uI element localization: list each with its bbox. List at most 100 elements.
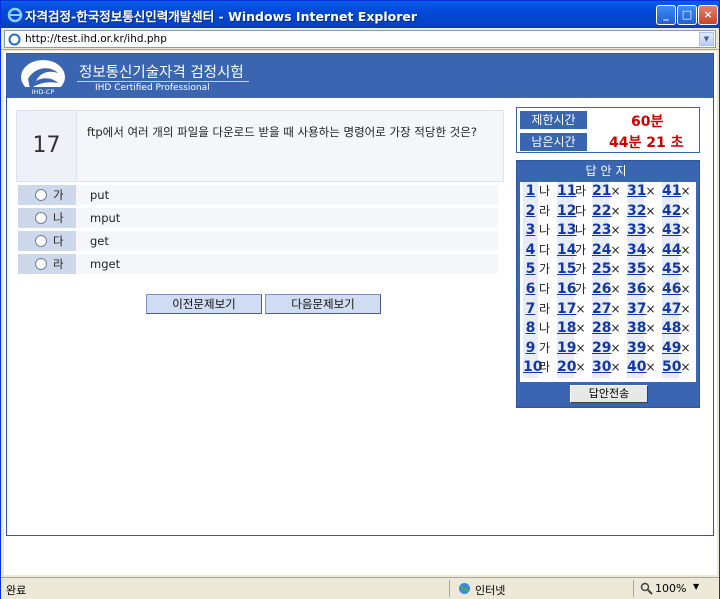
answer-cell[interactable]: 9가 [523, 338, 551, 359]
prev-question-button[interactable]: 이전문제보기 [146, 294, 262, 314]
question-link[interactable]: 1 [523, 182, 538, 202]
answer-cell[interactable]: 38× [627, 319, 657, 339]
question-link[interactable]: 25 [592, 260, 611, 280]
answer-cell[interactable]: 45× [662, 260, 692, 280]
question-link[interactable]: 23 [592, 221, 611, 241]
question-link[interactable]: 33 [627, 221, 646, 241]
answer-cell[interactable]: 24× [592, 240, 622, 261]
question-link[interactable]: 17 [557, 299, 576, 320]
radio-button[interactable] [35, 189, 47, 201]
answer-cell[interactable]: 3나 [523, 221, 551, 241]
question-link[interactable]: 16 [557, 280, 576, 300]
answer-cell[interactable]: 48× [662, 319, 692, 339]
question-link[interactable]: 28 [592, 319, 611, 339]
question-link[interactable]: 43 [662, 221, 681, 241]
question-link[interactable]: 19 [557, 338, 576, 359]
answer-cell[interactable]: 26× [592, 280, 622, 300]
question-link[interactable]: 4 [523, 240, 538, 261]
question-link[interactable]: 50 [662, 358, 681, 378]
answer-cell[interactable]: 31× [627, 182, 657, 202]
answer-cell[interactable]: 23× [592, 221, 622, 241]
answer-cell[interactable]: 49× [662, 338, 692, 359]
url-field[interactable]: http://test.ihd.or.kr/ihd.php ▼ [4, 30, 716, 48]
question-link[interactable]: 37 [627, 299, 646, 320]
question-link[interactable]: 35 [627, 260, 646, 280]
answer-cell[interactable]: 15가 [557, 260, 587, 280]
answer-cell[interactable]: 29× [592, 338, 622, 359]
answer-cell[interactable]: 50× [662, 358, 692, 378]
question-link[interactable]: 31 [627, 182, 646, 202]
option-label[interactable]: 다 [18, 231, 76, 251]
question-link[interactable]: 41 [662, 182, 681, 202]
radio-button[interactable] [35, 212, 47, 224]
answer-cell[interactable]: 42× [662, 201, 692, 222]
answer-cell[interactable]: 8나 [523, 319, 551, 339]
answer-cell[interactable]: 35× [627, 260, 657, 280]
question-link[interactable]: 22 [592, 201, 611, 222]
question-link[interactable]: 36 [627, 280, 646, 300]
answer-cell[interactable]: 10라 [523, 358, 551, 378]
radio-button[interactable] [35, 235, 47, 247]
question-link[interactable]: 24 [592, 240, 611, 261]
question-link[interactable]: 6 [523, 280, 538, 300]
question-link[interactable]: 49 [662, 338, 681, 359]
option-row[interactable]: 가 put [18, 185, 498, 205]
question-link[interactable]: 29 [592, 338, 611, 359]
minimize-button[interactable]: _ [656, 5, 676, 25]
radio-button[interactable] [35, 258, 47, 270]
answer-cell[interactable]: 33× [627, 221, 657, 241]
question-link[interactable]: 11 [557, 182, 576, 202]
question-link[interactable]: 44 [662, 240, 681, 261]
question-link[interactable]: 27 [592, 299, 611, 320]
option-row[interactable]: 라 mget [18, 254, 498, 274]
question-link[interactable]: 20 [557, 358, 576, 378]
maximize-button[interactable]: □ [677, 5, 697, 25]
answer-cell[interactable]: 39× [627, 338, 657, 359]
answer-cell[interactable]: 37× [627, 299, 657, 320]
question-link[interactable]: 40 [627, 358, 646, 378]
answer-cell[interactable]: 34× [627, 240, 657, 261]
answer-cell[interactable]: 5가 [523, 260, 551, 280]
option-label[interactable]: 가 [18, 185, 76, 205]
option-label[interactable]: 라 [18, 254, 76, 274]
answer-cell[interactable]: 21× [592, 182, 622, 202]
answer-cell[interactable]: 17× [557, 299, 587, 320]
answer-cell[interactable]: 43× [662, 221, 692, 241]
answer-cell[interactable]: 18× [557, 319, 587, 339]
answer-cell[interactable]: 22× [592, 201, 622, 222]
question-link[interactable]: 13 [557, 221, 576, 241]
answer-cell[interactable]: 6다 [523, 280, 551, 300]
answer-cell[interactable]: 7라 [523, 299, 551, 320]
answer-cell[interactable]: 40× [627, 358, 657, 378]
answer-cell[interactable]: 36× [627, 280, 657, 300]
zoom-level[interactable]: 100% [655, 582, 686, 595]
question-link[interactable]: 7 [523, 299, 538, 320]
close-button[interactable]: × [698, 5, 718, 25]
question-link[interactable]: 14 [557, 240, 576, 261]
option-label[interactable]: 나 [18, 208, 76, 228]
answer-cell[interactable]: 16가 [557, 280, 587, 300]
answer-cell[interactable]: 30× [592, 358, 622, 378]
answer-cell[interactable]: 20× [557, 358, 587, 378]
question-link[interactable]: 15 [557, 260, 576, 280]
question-link[interactable]: 3 [523, 221, 538, 241]
next-question-button[interactable]: 다음문제보기 [265, 294, 381, 314]
question-link[interactable]: 9 [523, 338, 538, 359]
answer-cell[interactable]: 2라 [523, 201, 551, 222]
answer-cell[interactable]: 47× [662, 299, 692, 320]
answer-cell[interactable]: 4다 [523, 240, 551, 261]
question-link[interactable]: 42 [662, 201, 681, 222]
answer-cell[interactable]: 12다 [557, 201, 587, 222]
answer-cell[interactable]: 44× [662, 240, 692, 261]
submit-answers-button[interactable]: 답안전송 [570, 385, 648, 403]
answer-cell[interactable]: 13나 [557, 221, 587, 241]
question-link[interactable]: 12 [557, 201, 576, 222]
question-link[interactable]: 10 [523, 358, 542, 378]
question-link[interactable]: 21 [592, 182, 611, 202]
question-link[interactable]: 18 [557, 319, 576, 339]
question-link[interactable]: 45 [662, 260, 681, 280]
question-link[interactable]: 8 [523, 319, 538, 339]
question-link[interactable]: 2 [523, 201, 538, 222]
answer-cell[interactable]: 1나 [523, 182, 551, 202]
question-link[interactable]: 46 [662, 280, 681, 300]
